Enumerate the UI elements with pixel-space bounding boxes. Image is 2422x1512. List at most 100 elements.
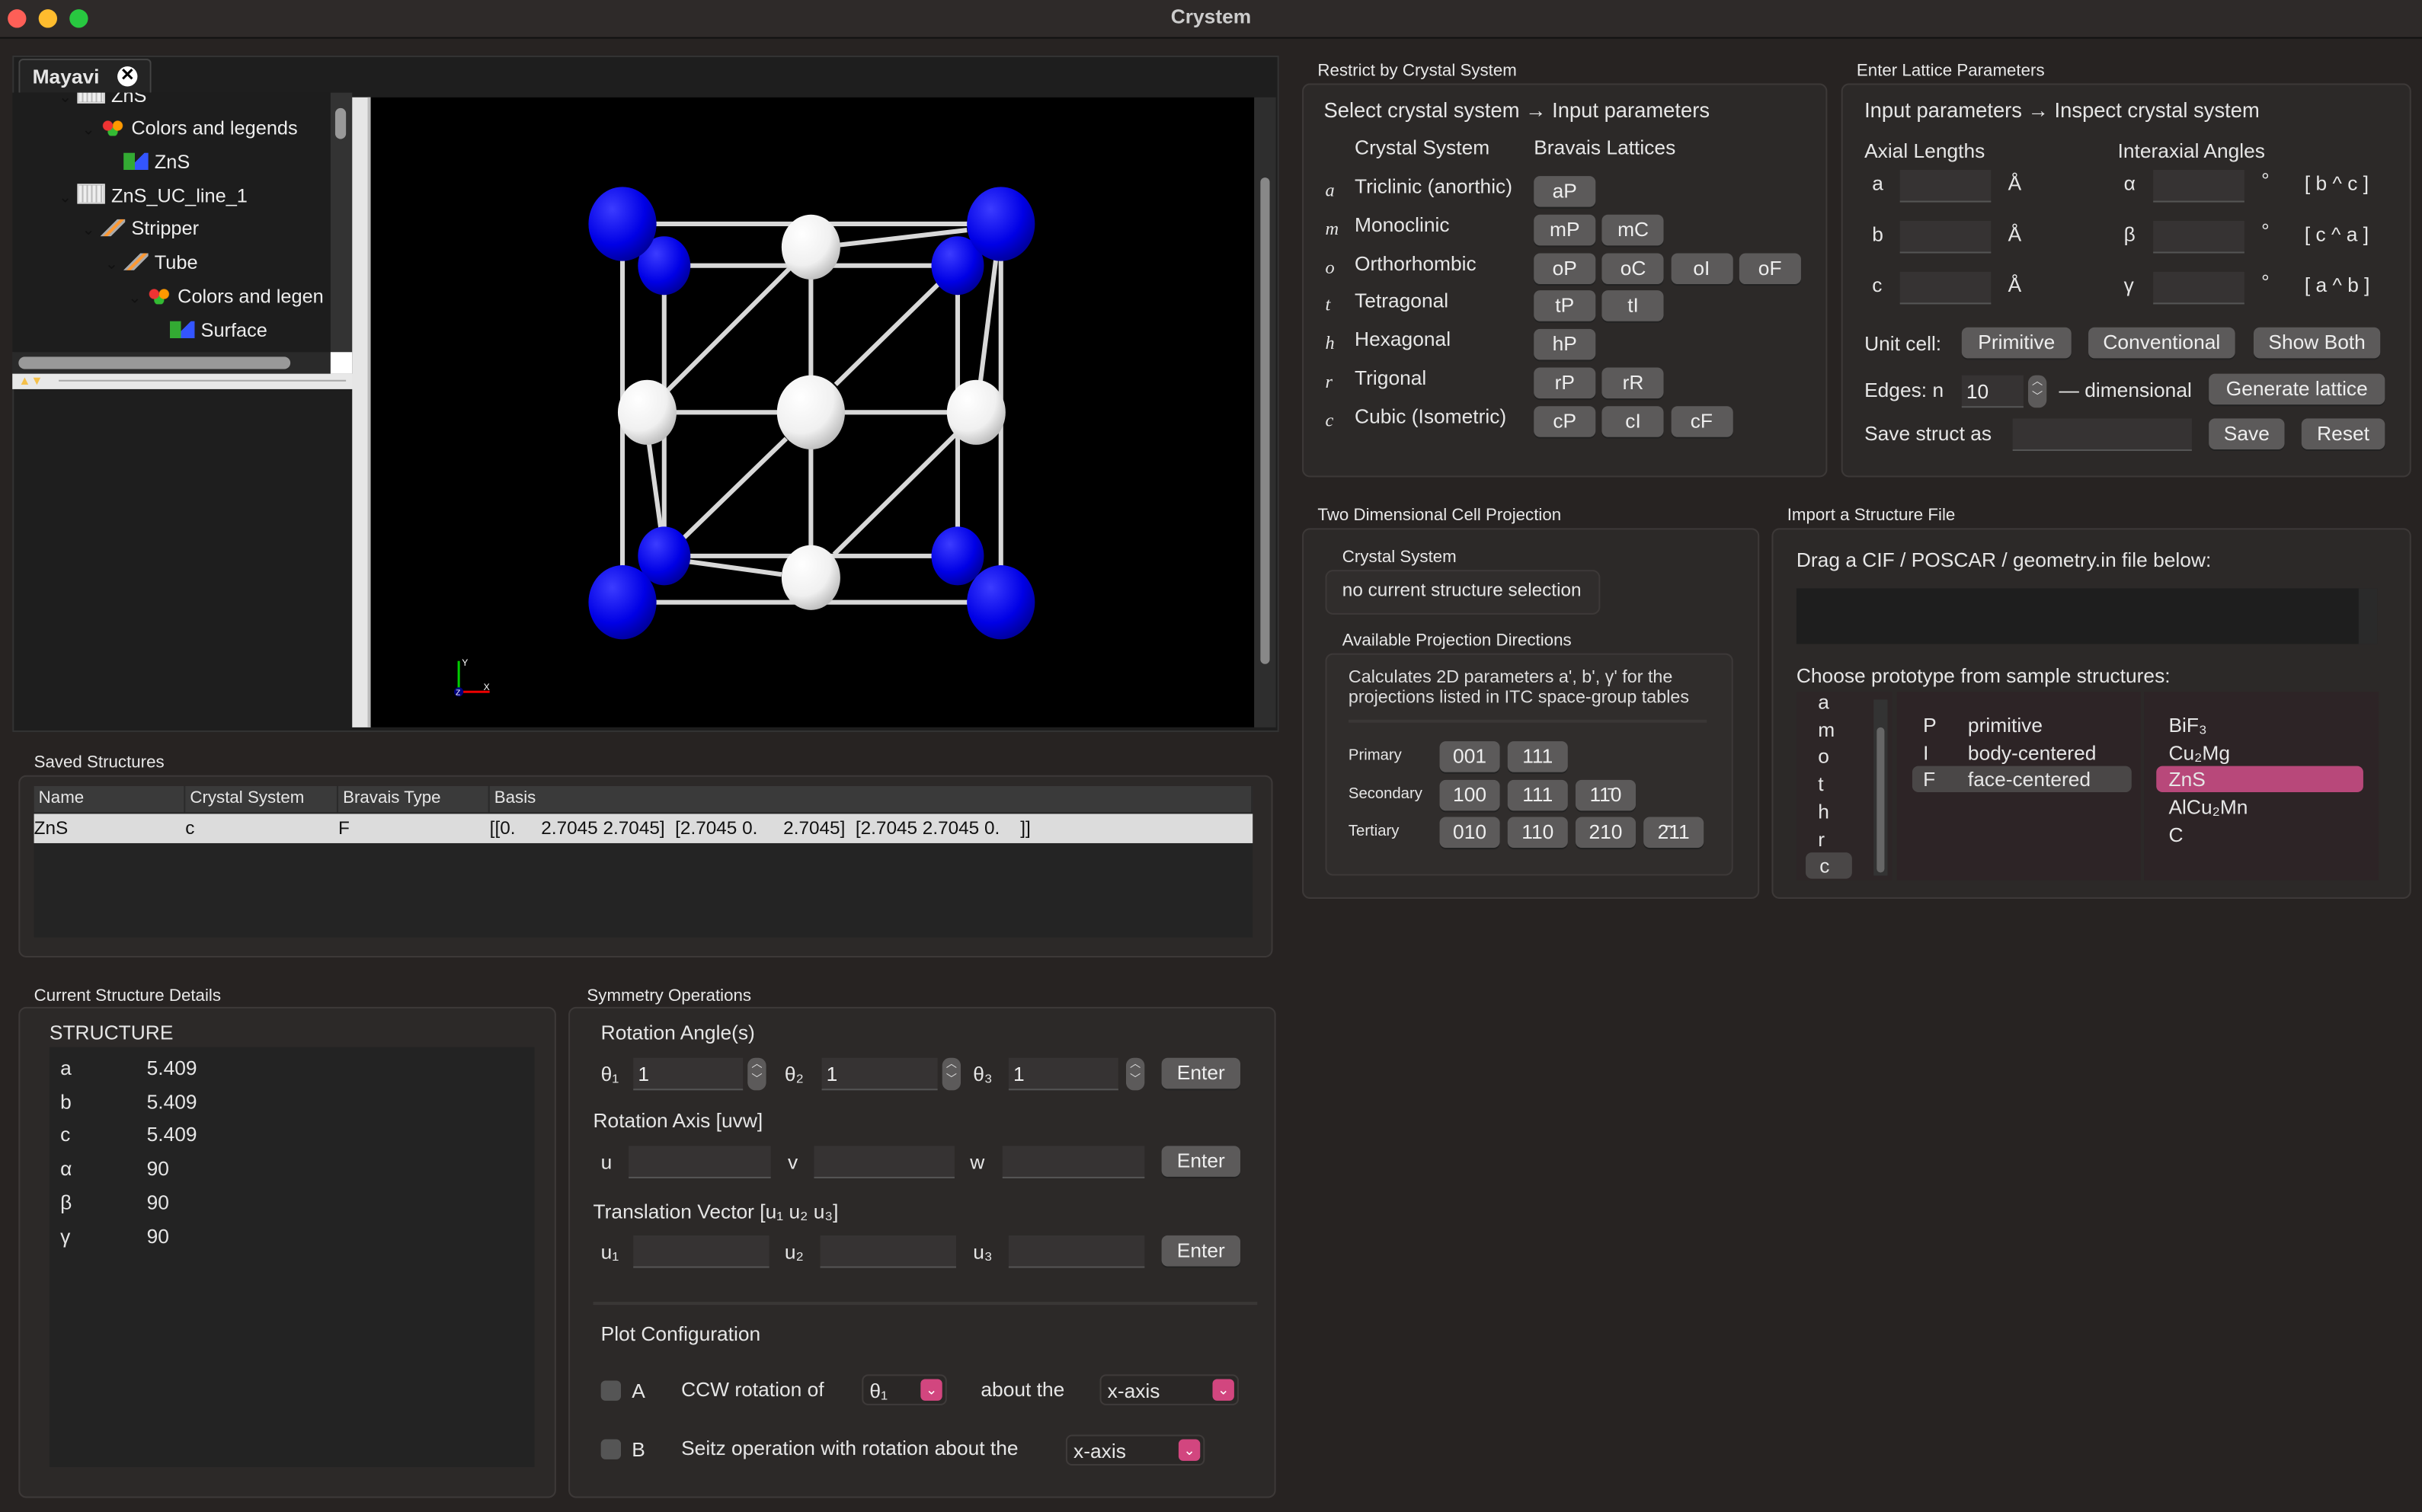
chevron-down-icon[interactable]: ⌄ bbox=[59, 184, 77, 215]
chevron-down-icon[interactable]: ⌄ bbox=[128, 284, 146, 315]
enter-translation-button[interactable]: Enter bbox=[1161, 1235, 1241, 1267]
system-list-item[interactable]: h bbox=[1818, 798, 1849, 824]
direction-button-2̄11[interactable]: 2̄11 bbox=[1643, 817, 1704, 849]
theta-1-stepper[interactable]: ︿ ﹀ bbox=[747, 1057, 766, 1091]
system-list-item[interactable]: a bbox=[1818, 692, 1849, 714]
lattice-button-aP[interactable]: aP bbox=[1534, 176, 1596, 207]
reset-button[interactable]: Reset bbox=[2301, 418, 2385, 449]
save-button[interactable]: Save bbox=[2209, 418, 2285, 449]
direction-button-111[interactable]: 111 bbox=[1507, 779, 1568, 810]
primitive-button[interactable]: Primitive bbox=[1961, 327, 2072, 359]
tree-item[interactable]: Surface bbox=[152, 315, 267, 347]
prototype-list-item[interactable]: AlCu₂Mn bbox=[2156, 794, 2363, 820]
column-header[interactable]: Basis bbox=[490, 785, 1253, 813]
option-b-checkbox[interactable] bbox=[600, 1439, 622, 1459]
theta-2-input[interactable]: 1 bbox=[821, 1057, 938, 1091]
direction-button-111[interactable]: 111 bbox=[1507, 741, 1568, 772]
lattice-button-hP[interactable]: hP bbox=[1534, 329, 1596, 360]
chevron-down-icon[interactable]: ⌄ bbox=[82, 116, 100, 147]
lattice-button-tI[interactable]: tI bbox=[1602, 290, 1665, 322]
lattice-button-tP[interactable]: tP bbox=[1534, 290, 1596, 322]
option-b-axis-select[interactable]: x-axis ⌄ bbox=[1065, 1434, 1205, 1466]
enter-angles-button[interactable]: Enter bbox=[1161, 1057, 1241, 1089]
tree-horizontal-scrollbar[interactable] bbox=[12, 352, 331, 374]
scrollbar-thumb[interactable] bbox=[334, 107, 347, 139]
tree-item[interactable]: ⌄ Stripper bbox=[82, 213, 199, 245]
tree-vertical-scrollbar[interactable] bbox=[330, 92, 353, 353]
system-list-item[interactable]: c bbox=[1806, 852, 1852, 879]
option-a-checkbox[interactable] bbox=[600, 1380, 622, 1401]
direction-button-010[interactable]: 010 bbox=[1439, 817, 1500, 849]
save-name-input[interactable] bbox=[2012, 418, 2192, 452]
option-a-axis-select[interactable]: x-axis ⌄ bbox=[1099, 1374, 1239, 1405]
scrollbar-thumb[interactable] bbox=[18, 356, 291, 369]
prototype-list-item[interactable]: ZnS bbox=[2156, 766, 2363, 793]
axis-v-input[interactable] bbox=[814, 1146, 955, 1178]
lattice-button-oC[interactable]: oC bbox=[1602, 252, 1665, 284]
lattice-button-cP[interactable]: cP bbox=[1534, 405, 1596, 437]
column-header[interactable]: Bravais Type bbox=[338, 785, 490, 813]
file-drop-zone[interactable] bbox=[1796, 588, 2378, 644]
tab-mayavi[interactable]: Mayavi ✕ bbox=[18, 59, 152, 93]
angle-1-input[interactable] bbox=[2153, 220, 2244, 254]
theta-1-input[interactable]: 1 bbox=[633, 1057, 744, 1091]
translation-u2-input[interactable] bbox=[820, 1235, 956, 1268]
viewer-scrollbar[interactable] bbox=[1254, 97, 1276, 727]
angle-0-input[interactable] bbox=[2153, 170, 2244, 203]
theta-3-stepper[interactable]: ︿ ﹀ bbox=[1125, 1057, 1145, 1091]
chevron-down-icon[interactable]: ⌄ bbox=[59, 93, 77, 114]
prototype-list-item[interactable]: Cu₂Mg bbox=[2156, 739, 2363, 765]
close-tab-icon[interactable]: ✕ bbox=[117, 66, 138, 87]
theta-3-input[interactable]: 1 bbox=[1008, 1057, 1118, 1091]
edges-input[interactable]: 10 bbox=[1961, 375, 2024, 408]
angle-2-input[interactable] bbox=[2153, 271, 2244, 305]
system-list-item[interactable]: r bbox=[1818, 826, 1849, 852]
collapse-arrows-icon[interactable]: ▲▼ bbox=[18, 374, 43, 388]
length-c-input[interactable] bbox=[1899, 271, 1992, 305]
system-list-item[interactable]: t bbox=[1818, 771, 1849, 797]
theta-2-stepper[interactable]: ︿ ﹀ bbox=[942, 1057, 961, 1091]
direction-button-210[interactable]: 210 bbox=[1575, 817, 1637, 849]
splitter-handle[interactable]: ▲▼ bbox=[12, 373, 356, 389]
tree-item[interactable]: ⌄ Colors and legends bbox=[82, 113, 297, 144]
tree-item[interactable]: ZnS bbox=[105, 147, 190, 178]
tree-item[interactable]: ⌄ ZnS_UC_line_1 bbox=[59, 181, 248, 212]
lattice-button-oP[interactable]: oP bbox=[1534, 252, 1596, 284]
tree-item[interactable]: ⌄ Tube bbox=[105, 247, 198, 278]
axis-u-input[interactable] bbox=[629, 1146, 771, 1178]
lattice-button-rR[interactable]: rR bbox=[1602, 367, 1665, 399]
column-header[interactable]: Crystal System bbox=[185, 785, 339, 813]
generate-lattice-button[interactable]: Generate lattice bbox=[2209, 373, 2385, 405]
lattice-button-cI[interactable]: cI bbox=[1602, 405, 1665, 437]
system-column-scrollbar[interactable] bbox=[1873, 699, 1888, 876]
axis-w-input[interactable] bbox=[1002, 1146, 1145, 1178]
length-b-input[interactable] bbox=[1899, 220, 1992, 254]
lattice-button-cF[interactable]: cF bbox=[1670, 405, 1733, 437]
prototype-list-item[interactable]: C bbox=[2156, 821, 2363, 847]
centering-list-item[interactable]: Ibody-centered bbox=[1912, 739, 2132, 765]
lattice-button-rP[interactable]: rP bbox=[1534, 367, 1596, 399]
direction-button-100[interactable]: 100 bbox=[1439, 779, 1500, 810]
lattice-button-oI[interactable]: oI bbox=[1670, 252, 1733, 284]
length-a-input[interactable] bbox=[1899, 170, 1992, 203]
tree-item[interactable]: ⌄ Colors and legen bbox=[128, 281, 323, 312]
enter-axis-button[interactable]: Enter bbox=[1161, 1146, 1241, 1177]
direction-button-110[interactable]: 110 bbox=[1507, 817, 1568, 849]
vertical-splitter[interactable] bbox=[352, 97, 371, 727]
prototype-list-item[interactable]: BiF₃ bbox=[2156, 712, 2363, 738]
edges-stepper[interactable]: ︿ ﹀ bbox=[2027, 375, 2047, 408]
system-list-item[interactable]: m bbox=[1818, 716, 1849, 742]
scrollbar-thumb[interactable] bbox=[1260, 177, 1270, 664]
system-list-item[interactable]: o bbox=[1818, 743, 1849, 769]
lattice-button-oF[interactable]: oF bbox=[1739, 252, 1801, 284]
translation-u3-input[interactable] bbox=[1008, 1235, 1145, 1268]
angle-select[interactable]: θ₁ ⌄ bbox=[862, 1374, 947, 1405]
lattice-button-mP[interactable]: mP bbox=[1534, 214, 1596, 245]
direction-button-001[interactable]: 001 bbox=[1439, 741, 1500, 772]
translation-u1-input[interactable] bbox=[633, 1235, 769, 1268]
column-header[interactable]: Name bbox=[34, 785, 186, 813]
conventional-button[interactable]: Conventional bbox=[2088, 327, 2235, 359]
tree-item[interactable]: ⌄ ZnS bbox=[59, 92, 146, 114]
show-both-button[interactable]: Show Both bbox=[2253, 327, 2381, 359]
lattice-button-mC[interactable]: mC bbox=[1602, 214, 1665, 245]
